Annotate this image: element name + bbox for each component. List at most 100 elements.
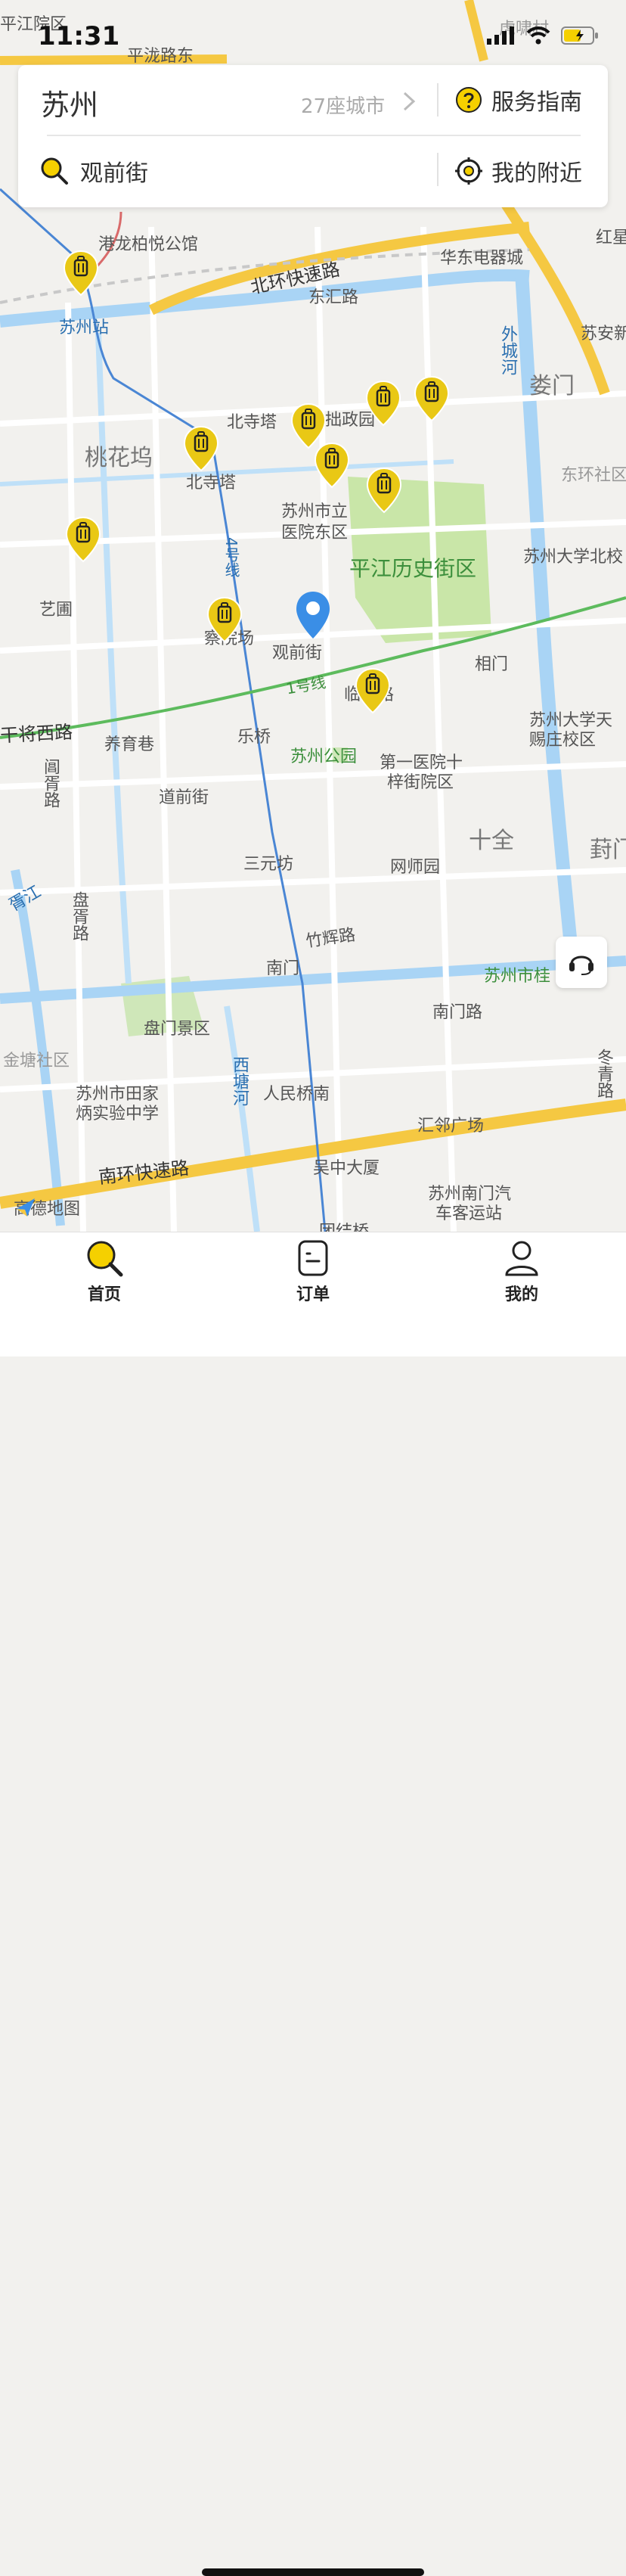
locker-pin[interactable]	[313, 442, 351, 489]
map-label: 道前街	[159, 788, 209, 807]
map-label: 苏州市桂	[484, 967, 551, 986]
map-label: 乐桥	[237, 728, 271, 747]
city-row: 苏州 27座城市 服务指南	[18, 65, 608, 133]
headset-icon	[569, 956, 593, 975]
locate-icon	[455, 157, 482, 185]
search-icon	[87, 1241, 123, 1277]
map-label: 吴中大厦	[313, 1159, 380, 1178]
tab-bar: 首页 订单 我的	[0, 1232, 626, 2576]
map-label: 东汇路	[308, 288, 359, 307]
map-label: 苏州大学北校	[523, 548, 624, 567]
user-icon	[505, 1241, 538, 1276]
search-value: 观前街	[80, 160, 148, 187]
map-label: 葑门	[590, 837, 626, 863]
locker-pin[interactable]	[365, 467, 403, 514]
search-row: 观前街 我的附近	[18, 138, 608, 206]
map-label: 炳实验中学	[76, 1105, 160, 1123]
order-icon	[298, 1240, 328, 1276]
luggage-locker-icon	[414, 375, 450, 422]
map-label: 车客运站	[435, 1204, 503, 1223]
luggage-locker-icon	[206, 596, 243, 643]
map-label: 金塘社区	[3, 1052, 70, 1070]
map-label: 三元坊	[243, 855, 294, 874]
map-label: 平江历史街区	[349, 556, 477, 581]
luggage-locker-icon	[365, 380, 401, 427]
status-bar: 11:31	[0, 0, 626, 64]
luggage-locker-icon	[183, 425, 219, 472]
map-label: 华东电器城	[440, 249, 524, 268]
map-label: 干将西路	[0, 721, 73, 747]
tab-home[interactable]: 首页	[59, 1238, 150, 1314]
map-label: 西塘河	[230, 1056, 249, 1106]
amap-logo: 高德地图	[14, 1195, 80, 1220]
divider	[437, 153, 439, 186]
search-icon	[41, 157, 68, 185]
tab-label: 首页	[87, 1285, 121, 1304]
cellular-icon	[487, 26, 514, 45]
home-indicator	[202, 2568, 424, 2576]
map-label: 观前街	[272, 644, 323, 663]
city-selector[interactable]: 苏州	[41, 82, 98, 123]
map-label: 盘门景区	[144, 1020, 211, 1039]
luggage-locker-icon	[366, 467, 402, 514]
map-label: 红星	[596, 228, 626, 247]
map-label: 艺圃	[39, 601, 73, 620]
map-label: 南门路	[432, 1003, 483, 1022]
luggage-locker-icon	[314, 442, 350, 489]
map-label: 北寺塔	[227, 413, 277, 432]
location-marker-icon	[295, 590, 331, 640]
map-label: 北寺塔	[186, 474, 237, 493]
tab-profile[interactable]: 我的	[476, 1238, 567, 1314]
search-card: 苏州 27座城市 服务指南 观前街 我的附近	[18, 65, 608, 207]
map-label: 十全	[469, 828, 514, 854]
tab-label: 订单	[296, 1285, 330, 1304]
locker-pin[interactable]	[206, 596, 243, 643]
city-count[interactable]: 27座城市	[301, 91, 385, 119]
locker-pin[interactable]	[364, 380, 402, 427]
luggage-locker-icon	[63, 250, 99, 297]
map-label: 苏州站	[59, 319, 110, 337]
map-label: 桃花坞	[85, 445, 153, 471]
help-icon	[456, 87, 482, 113]
map-label: 东环社区	[561, 466, 626, 485]
luggage-locker-icon	[65, 516, 101, 563]
map-label: 团结桥	[319, 1218, 369, 1232]
map-label: 港龙柏悦公馆	[98, 235, 199, 254]
map-label: 冬青路	[594, 1049, 613, 1098]
nearby-label: 我的附近	[491, 160, 582, 187]
map-label: 南门	[266, 959, 300, 978]
wifi-icon	[526, 26, 550, 45]
map-label: 娄门	[529, 373, 575, 399]
divider	[437, 83, 439, 117]
nearby-button[interactable]: 我的附近	[455, 154, 582, 188]
map-label: 4号线	[222, 537, 240, 577]
map-label: 医院东区	[281, 524, 349, 542]
map-label: 网师园	[390, 858, 441, 877]
luggage-locker-icon	[355, 667, 391, 714]
map-label: 相门	[475, 655, 509, 674]
service-guide-label: 服务指南	[491, 89, 582, 116]
locker-pin[interactable]	[62, 250, 100, 297]
amap-icon	[17, 1198, 35, 1217]
map-label: 苏安新	[581, 325, 626, 343]
divider	[47, 135, 581, 136]
tab-orders[interactable]: 订单	[268, 1238, 358, 1314]
locker-pin[interactable]	[182, 425, 220, 472]
battery-icon	[561, 26, 598, 45]
service-guide-button[interactable]: 服务指南	[455, 83, 582, 117]
map-label: 赐庄校区	[529, 731, 597, 750]
status-time: 11:31	[38, 21, 120, 51]
locker-pin[interactable]	[64, 516, 102, 563]
map-label: 汇邻广场	[417, 1117, 485, 1136]
map-label: 盘胥路	[70, 891, 88, 941]
map-label: 苏州公园	[290, 747, 358, 766]
map-label: 人民桥南	[263, 1085, 330, 1104]
map-label: 外城河	[498, 325, 517, 375]
search-input[interactable]: 观前街	[39, 154, 148, 188]
customer-service-button[interactable]	[556, 937, 607, 988]
map-label: 阊胥路	[41, 758, 60, 808]
chevron-right-icon	[403, 92, 416, 111]
locker-pin[interactable]	[413, 375, 451, 422]
tab-label: 我的	[504, 1285, 538, 1304]
locker-pin[interactable]	[354, 667, 392, 714]
